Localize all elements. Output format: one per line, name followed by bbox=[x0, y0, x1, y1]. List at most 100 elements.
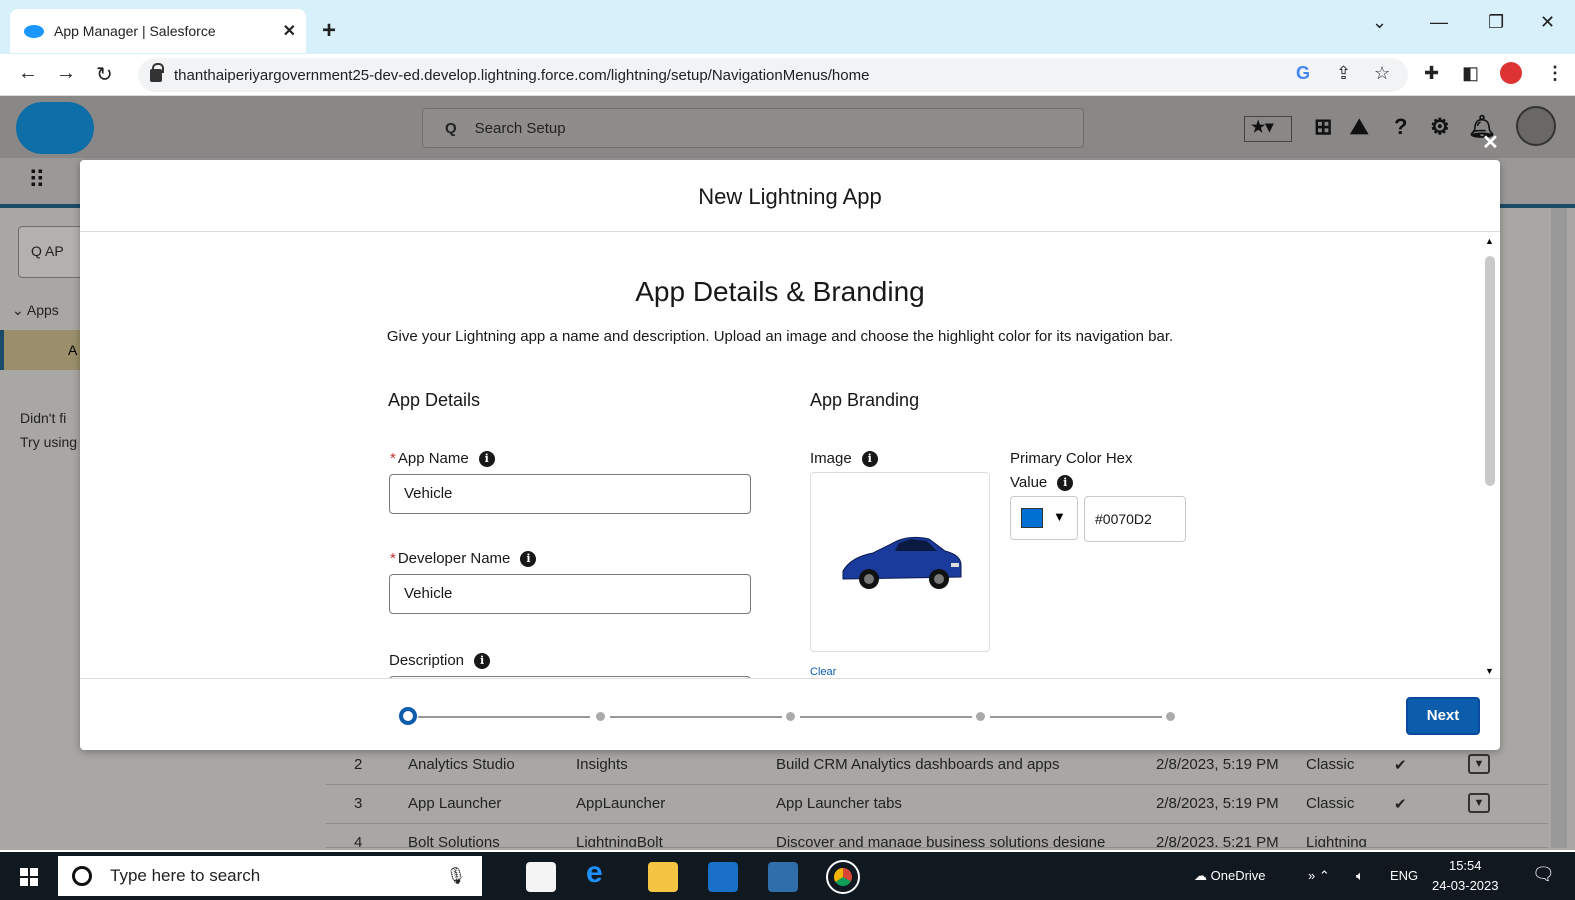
info-icon[interactable]: i bbox=[520, 550, 537, 567]
minimize-icon[interactable]: — bbox=[1430, 12, 1448, 33]
windows-start-icon[interactable] bbox=[20, 868, 38, 886]
trailhead-icon[interactable]: ⛰ bbox=[1350, 114, 1368, 140]
table-row: 4 Bolt Solutions LightningBolt Discover … bbox=[326, 824, 1548, 848]
taskbar-search-input[interactable]: Type here to search 🎙︎ bbox=[58, 856, 482, 896]
primary-color-hex-input[interactable]: #0070D2 bbox=[1084, 496, 1186, 542]
share-icon[interactable]: ⇪ bbox=[1336, 63, 1351, 84]
chevron-down-icon[interactable]: ⌄ bbox=[1372, 12, 1387, 33]
edge-icon[interactable]: e bbox=[586, 856, 616, 889]
modal-close-icon[interactable]: ✕ bbox=[1482, 130, 1499, 155]
tree-selected-label: A bbox=[68, 342, 78, 358]
row-last-modified: 2/8/2023, 5:19 PM bbox=[1156, 795, 1279, 812]
photos-icon[interactable] bbox=[768, 862, 798, 892]
app-branding-heading: App Branding bbox=[810, 390, 920, 410]
browser-menu-icon[interactable]: ⋮ bbox=[1546, 63, 1564, 84]
tab-title: App Manager | Salesforce bbox=[54, 23, 216, 39]
gear-icon[interactable]: ⚙ bbox=[1430, 114, 1450, 140]
scroll-thumb[interactable] bbox=[1485, 256, 1495, 486]
row-actions-dropdown[interactable]: ▼ bbox=[1468, 754, 1490, 774]
setup-search-input[interactable]: Q Search Setup bbox=[422, 108, 1084, 148]
modal-scrollbar[interactable]: ▲ ▼ bbox=[1484, 236, 1496, 676]
table-row: 2 Analytics Studio Insights Build CRM An… bbox=[326, 746, 1548, 785]
store-icon[interactable] bbox=[526, 862, 556, 892]
info-icon[interactable]: i bbox=[1057, 474, 1074, 491]
mail-icon[interactable] bbox=[708, 862, 738, 892]
user-avatar[interactable] bbox=[1516, 106, 1556, 146]
app-launcher-icon[interactable]: ⠿ bbox=[28, 166, 46, 195]
tree-apps-label: Apps bbox=[26, 302, 59, 318]
help-icon[interactable]: ? bbox=[1394, 114, 1407, 140]
progress-step bbox=[596, 712, 605, 721]
search-icon: Q bbox=[445, 119, 457, 137]
language-indicator[interactable]: ENG bbox=[1390, 868, 1418, 883]
clock-time: 15:54 bbox=[1448, 858, 1482, 873]
google-icon[interactable]: G bbox=[1296, 63, 1310, 84]
row-description: Build CRM Analytics dashboards and apps bbox=[776, 756, 1060, 773]
tray-overflow-icon[interactable]: » ⌃ bbox=[1308, 868, 1330, 884]
setup-search-placeholder: Search Setup bbox=[474, 119, 566, 137]
info-icon[interactable]: i bbox=[478, 450, 495, 467]
table-row: 3 App Launcher AppLauncher App Launcher … bbox=[326, 785, 1548, 824]
sidepanel-icon[interactable]: ◧ bbox=[1462, 63, 1479, 84]
window-close-icon[interactable]: ✕ bbox=[1540, 12, 1555, 33]
url-text: thanthaiperiyargovernment25-dev-ed.devel… bbox=[174, 66, 870, 84]
row-last-modified: 2/8/2023, 5:21 PM bbox=[1156, 834, 1279, 848]
volume-icon[interactable]: 🔈︎ bbox=[1356, 868, 1364, 884]
browser-tab[interactable]: App Manager | Salesforce ✕ bbox=[10, 9, 306, 53]
salesforce-logo[interactable] bbox=[16, 102, 94, 154]
favorites-icon[interactable]: ★▾ bbox=[1244, 116, 1292, 142]
file-explorer-icon[interactable] bbox=[648, 862, 678, 892]
notifications-icon[interactable]: 🗨︎ bbox=[1532, 864, 1555, 885]
reload-icon[interactable]: ↻ bbox=[96, 62, 113, 87]
tree-selected-item[interactable]: A bbox=[0, 330, 80, 370]
info-icon[interactable]: i bbox=[861, 450, 878, 467]
onedrive-text: OneDrive bbox=[1210, 868, 1266, 883]
clear-image-link[interactable]: Clear bbox=[810, 666, 836, 678]
add-icon[interactable]: ⊞ bbox=[1314, 114, 1332, 140]
developer-name-input[interactable]: Vehicle bbox=[389, 574, 751, 614]
primary-color-label-text: Value bbox=[1010, 474, 1048, 491]
quick-find-input[interactable]: Q AP bbox=[18, 226, 88, 278]
restore-icon[interactable]: ❐ bbox=[1488, 12, 1504, 33]
image-label-text: Image bbox=[810, 450, 852, 467]
description-label: Description i bbox=[389, 652, 491, 669]
row-developer-name: Insights bbox=[576, 756, 628, 773]
modal-footer: Next bbox=[80, 678, 1500, 750]
row-app-type: Classic bbox=[1306, 795, 1355, 812]
row-app-type: Classic bbox=[1306, 756, 1355, 773]
forward-icon[interactable]: → bbox=[56, 62, 76, 85]
profile-avatar[interactable] bbox=[1500, 62, 1522, 84]
microphone-icon[interactable]: 🎙︎ bbox=[446, 866, 466, 886]
app-name-input[interactable]: Vehicle bbox=[389, 474, 751, 514]
scroll-up-icon[interactable]: ▲ bbox=[1485, 236, 1494, 246]
row-actions-dropdown[interactable]: ▼ bbox=[1468, 793, 1490, 813]
chrome-icon[interactable] bbox=[826, 860, 860, 894]
app-image-upload[interactable] bbox=[810, 472, 990, 652]
taskbar-clock[interactable]: 15:54 24-03-2023 bbox=[1432, 856, 1499, 896]
color-picker-button[interactable]: ▼ bbox=[1010, 496, 1078, 540]
progress-step bbox=[786, 712, 795, 721]
back-icon[interactable]: ← bbox=[18, 62, 38, 85]
tab-close-icon[interactable]: ✕ bbox=[283, 21, 296, 41]
progress-connector bbox=[610, 716, 782, 718]
scroll-down-icon[interactable]: ▼ bbox=[1485, 666, 1494, 676]
row-app-name: Bolt Solutions bbox=[408, 834, 500, 848]
tree-apps[interactable]: ⌄ Apps bbox=[12, 302, 59, 319]
row-number: 4 bbox=[354, 834, 363, 848]
didnt-find-text: Didn't fi bbox=[20, 410, 67, 426]
address-bar: ← → ↻ thanthaiperiyargovernment25-dev-ed… bbox=[0, 54, 1575, 96]
new-tab-icon[interactable]: + bbox=[322, 17, 336, 45]
cortana-icon bbox=[72, 866, 92, 886]
quick-find-value: AP bbox=[45, 243, 64, 259]
star-icon[interactable]: ☆ bbox=[1374, 63, 1390, 84]
checkmark-icon: ✔ bbox=[1394, 796, 1407, 813]
info-icon[interactable]: i bbox=[474, 652, 491, 669]
url-field[interactable]: thanthaiperiyargovernment25-dev-ed.devel… bbox=[138, 58, 1408, 92]
next-button[interactable]: Next bbox=[1406, 697, 1480, 735]
onedrive-label[interactable]: ☁ OneDrive bbox=[1194, 868, 1266, 884]
no-results-hint: Didn't fi Try using bbox=[20, 406, 77, 454]
windows-taskbar: Type here to search 🎙︎ e ☁ OneDrive » ⌃ … bbox=[0, 852, 1575, 900]
extensions-icon[interactable]: ✚ bbox=[1424, 63, 1439, 84]
page-scrollbar[interactable] bbox=[1551, 208, 1567, 848]
row-app-name: App Launcher bbox=[408, 795, 502, 812]
